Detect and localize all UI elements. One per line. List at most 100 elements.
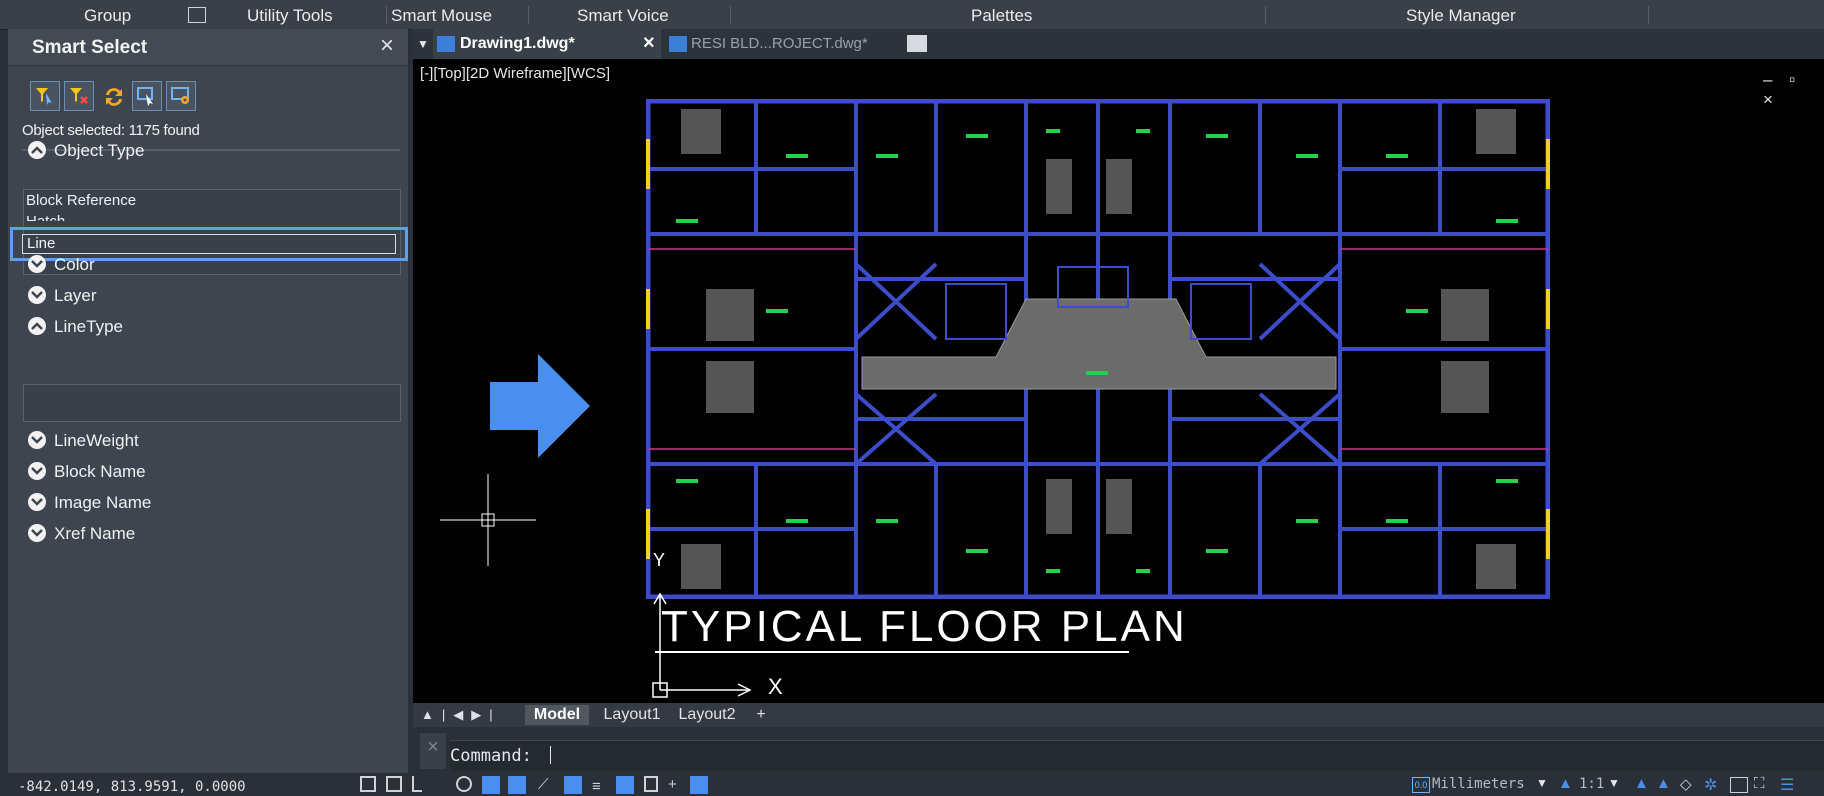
layout-nav-arrows[interactable]: ▲|◀▶|: [421, 707, 501, 723]
dynamic-input-icon[interactable]: [564, 776, 582, 794]
section-lineweight[interactable]: LineWeight: [28, 431, 139, 451]
ribbon-tab-bar: Group Utility Tools Smart Mouse Smart Vo…: [0, 0, 1824, 30]
section-image-name[interactable]: Image Name: [28, 493, 151, 513]
ortho-icon[interactable]: [412, 776, 422, 792]
ribbon-style-manager[interactable]: Style Manager: [1406, 6, 1516, 26]
grid-icon[interactable]: [360, 776, 376, 792]
chevron-down-icon: [28, 462, 46, 480]
chevron-down-icon: [28, 255, 46, 273]
coordinate-readout: -842.0149, 813.9591, 0.0000: [18, 779, 246, 795]
section-label: LineWeight: [54, 431, 139, 450]
workspace-icon[interactable]: ◇: [1680, 775, 1692, 793]
chevron-down-icon: [28, 431, 46, 449]
section-block-name[interactable]: Block Name: [28, 462, 146, 482]
refresh-icon[interactable]: [98, 81, 128, 111]
osnap-icon[interactable]: [482, 776, 500, 794]
auto-scale-icon[interactable]: ▲: [1656, 775, 1671, 792]
dynamic-ucs-icon[interactable]: ⟋: [538, 776, 549, 793]
section-label: Layer: [54, 286, 97, 305]
viewport-controls[interactable]: [-][Top][2D Wireframe][WCS]: [420, 65, 610, 82]
chevron-up-icon: [28, 317, 46, 335]
chevron-down-icon: [28, 286, 46, 304]
chevron-down-icon: [28, 524, 46, 542]
dwg-file-icon: [669, 36, 687, 52]
annotation-monitor-icon[interactable]: [690, 776, 708, 794]
ribbon-separator: [1648, 6, 1649, 24]
fullscreen-icon[interactable]: ⛶: [1754, 775, 1765, 792]
title-underline: [655, 651, 1129, 653]
ribbon-smart-mouse[interactable]: Smart Mouse: [391, 6, 492, 26]
ucs-x-label: X: [768, 674, 783, 699]
chevron-down-icon: [28, 493, 46, 511]
ribbon-separator: [386, 6, 387, 24]
new-tab-icon[interactable]: [907, 35, 927, 52]
chevron-down-icon[interactable]: ▼: [1536, 776, 1548, 790]
floor-plan-drawing[interactable]: [646, 99, 1550, 599]
section-label: Image Name: [54, 493, 152, 512]
add-layout-button[interactable]: +: [749, 705, 773, 725]
ribbon-separator: [730, 6, 731, 24]
ribbon-palettes[interactable]: Palettes: [971, 6, 1032, 26]
section-layer[interactable]: Layer: [28, 286, 97, 306]
transparency-icon[interactable]: [616, 776, 634, 794]
snap-icon[interactable]: [386, 776, 402, 792]
lineweight-icon[interactable]: ≡: [592, 778, 601, 795]
ucs-y-label: Y: [653, 550, 666, 570]
panel-header: Smart Select ×: [8, 29, 408, 66]
settings-window-icon[interactable]: [166, 81, 196, 111]
section-label: Xref Name: [54, 524, 136, 543]
tab-label: RESI BLD...ROJECT.dwg*: [691, 35, 868, 52]
chevron-down-icon[interactable]: ▼: [1608, 776, 1620, 790]
crosshair-cursor: [440, 474, 536, 566]
ribbon-utility-tools[interactable]: Utility Tools: [247, 6, 333, 26]
tab-label: Drawing1.dwg*: [460, 35, 575, 52]
command-prompt: Command:: [450, 746, 532, 766]
tab-model[interactable]: Model: [525, 705, 589, 725]
ribbon-smart-voice[interactable]: Smart Voice: [577, 6, 669, 26]
units-icon[interactable]: 0.0: [1412, 777, 1430, 793]
section-color[interactable]: Color: [28, 255, 95, 275]
tab-menu-icon[interactable]: ▼: [417, 37, 429, 51]
ribbon-group[interactable]: Group: [84, 6, 131, 26]
close-tab-icon[interactable]: ×: [643, 32, 655, 55]
layout-tab-bar: ▲|◀▶| Model Layout1 Layout2 +: [413, 703, 1824, 727]
select-window-icon[interactable]: [132, 81, 162, 111]
viewport-window-controls[interactable]: – ▫ ×: [1763, 70, 1824, 110]
command-line[interactable]: Command:: [450, 740, 1824, 771]
calendar-icon[interactable]: [1730, 777, 1748, 793]
annotation-visibility-icon[interactable]: ▲: [1634, 775, 1649, 792]
polar-icon[interactable]: [456, 776, 472, 792]
otrack-icon[interactable]: [508, 776, 526, 794]
document-tab-bar: ▼ Drawing1.dwg* × RESI BLD...ROJECT.dwg*: [413, 29, 1824, 59]
3d-osnap-icon[interactable]: +: [668, 776, 677, 793]
linetype-list[interactable]: [23, 384, 401, 422]
annotation-scale-icon[interactable]: ▲: [1558, 775, 1573, 792]
list-item-hatch[interactable]: Hatch: [26, 213, 65, 221]
tab-layout2[interactable]: Layout2: [675, 705, 739, 725]
section-object-type[interactable]: Object Type: [28, 141, 144, 161]
list-item-line[interactable]: Line: [22, 234, 396, 254]
section-label: Object Type: [54, 141, 145, 160]
units-selector[interactable]: Millimeters: [1432, 776, 1525, 792]
smart-select-panel: Smart Select × Object selected: 1175 fou…: [8, 29, 408, 773]
list-item-block-reference[interactable]: Block Reference: [26, 192, 136, 209]
text-cursor: [550, 746, 552, 764]
menu-icon[interactable]: ☰: [1780, 775, 1794, 795]
dwg-file-icon: [437, 36, 455, 52]
section-linetype[interactable]: LineType: [28, 317, 123, 337]
close-icon[interactable]: ×: [380, 32, 394, 60]
annotation-scale[interactable]: 1:1: [1579, 776, 1604, 792]
chevron-up-icon: [28, 141, 46, 159]
selection-cycling-icon[interactable]: [644, 776, 658, 792]
remove-filter-icon[interactable]: [64, 81, 94, 111]
ribbon-separator: [1265, 6, 1266, 24]
close-command-icon[interactable]: ×: [420, 733, 446, 769]
ribbon-separator: [528, 6, 529, 24]
section-xref-name[interactable]: Xref Name: [28, 524, 135, 544]
select-filter-icon[interactable]: [30, 81, 60, 111]
gear-icon[interactable]: ✲: [1704, 775, 1717, 795]
dialog-launcher-icon[interactable]: [188, 7, 206, 23]
tab-layout1[interactable]: Layout1: [601, 705, 663, 725]
tab-resi-bld[interactable]: RESI BLD...ROJECT.dwg*: [667, 29, 868, 59]
tab-drawing1[interactable]: Drawing1.dwg* ×: [433, 29, 661, 59]
